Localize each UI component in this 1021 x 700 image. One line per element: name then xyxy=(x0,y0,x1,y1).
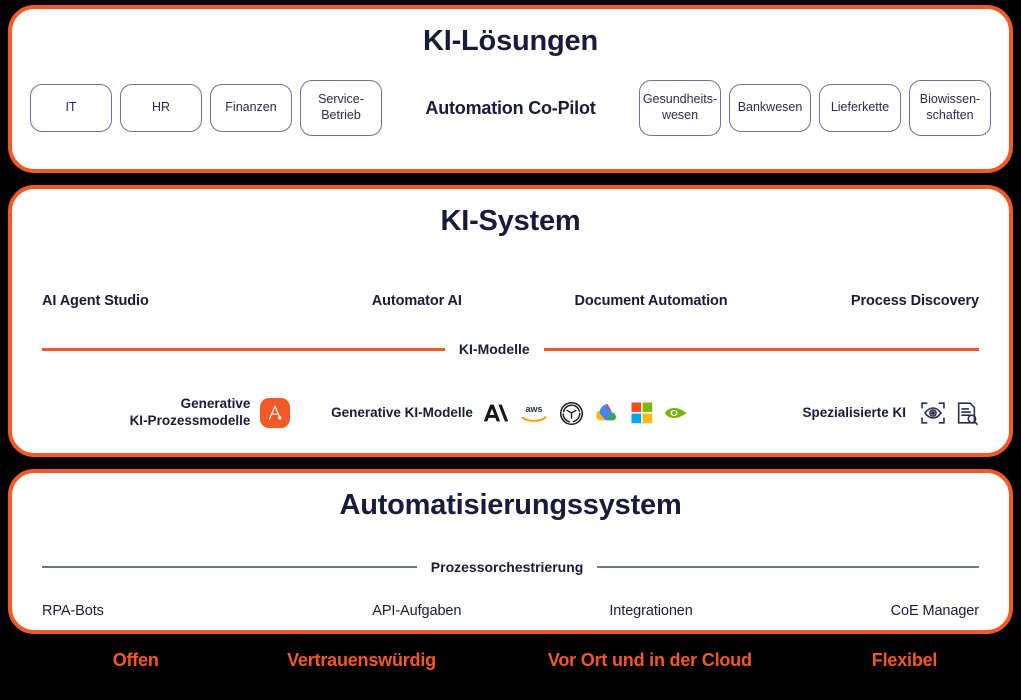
solution-pill-hr[interactable]: HR xyxy=(120,84,202,132)
divider-line-left xyxy=(42,347,445,351)
nvidia-logo-icon xyxy=(664,403,690,423)
solution-pill-biowissenschaften[interactable]: Biowissen- schaften xyxy=(909,80,991,136)
automation-system-panel: Automatisierungssystem Prozessorchestrie… xyxy=(8,469,1013,634)
aws-logo-icon: aws xyxy=(520,402,548,424)
specialized-ai-group: Spezialisierte KI xyxy=(717,400,979,426)
specialized-ai-icons xyxy=(920,400,979,426)
solutions-pill-row: IT HR Finanzen Service- Betrieb Automati… xyxy=(30,73,991,143)
models-row: Generative KI-Prozessmodelle Generative … xyxy=(42,387,979,439)
prozessorchestrierung-caption: Prozessorchestrierung xyxy=(430,559,584,575)
automation-title: Automatisierungssystem xyxy=(339,489,682,521)
specialized-ai-label: Spezialisierte KI xyxy=(802,404,906,420)
capability-automator-ai[interactable]: Automator AI xyxy=(304,293,529,309)
capability-coe-manager[interactable]: CoE Manager xyxy=(773,603,979,619)
solution-pill-it[interactable]: IT xyxy=(30,84,112,132)
automation-co-pilot-label: Automation Co-Pilot xyxy=(425,97,596,118)
computer-vision-eye-icon xyxy=(920,400,946,426)
generative-process-models-label: Generative KI-Prozessmodelle xyxy=(129,396,251,428)
footer-attribute-row: Offen Vertrauenswürdig Vor Ort und in de… xyxy=(0,634,1021,686)
automation-anywhere-logo-icon xyxy=(260,398,291,428)
divider-line-left xyxy=(42,566,417,568)
capability-integrationen[interactable]: Integrationen xyxy=(529,603,773,619)
document-search-icon xyxy=(955,400,979,426)
solutions-title: KI-Lösungen xyxy=(422,25,598,57)
ki-modelle-divider: KI-Modelle xyxy=(42,341,979,357)
svg-text:aws: aws xyxy=(525,404,542,414)
google-cloud-logo-icon xyxy=(595,402,620,424)
capability-process-discovery[interactable]: Process Discovery xyxy=(773,293,979,309)
automation-capability-row: RPA-Bots API-Aufgaben Integrationen CoE … xyxy=(42,603,979,619)
capability-ai-agent-studio[interactable]: AI Agent Studio xyxy=(42,293,304,309)
capability-api-aufgaben[interactable]: API-Aufgaben xyxy=(304,603,529,619)
solution-pill-finanzen[interactable]: Finanzen xyxy=(210,84,292,132)
solution-pill-service-betrieb[interactable]: Service- Betrieb xyxy=(300,80,382,136)
solution-pill-lieferkette[interactable]: Lieferkette xyxy=(819,84,901,132)
capability-document-automation[interactable]: Document Automation xyxy=(529,293,773,309)
generative-process-models-group: Generative KI-Prozessmodelle xyxy=(42,396,304,430)
footer-attribute-flexibel: Flexibel xyxy=(871,649,938,670)
footer-attribute-vor-ort-und-cloud: Vor Ort und in der Cloud xyxy=(547,649,752,670)
system-capability-row: AI Agent Studio Automator AI Document Au… xyxy=(42,293,979,309)
solution-pill-bankwesen[interactable]: Bankwesen xyxy=(729,84,811,132)
divider-line-right xyxy=(597,566,979,568)
ai-system-panel: KI-System AI Agent Studio Automator AI D… xyxy=(8,185,1013,457)
microsoft-logo-icon xyxy=(631,402,653,424)
divider-line-right xyxy=(543,347,979,351)
prozessorchestrierung-divider: Prozessorchestrierung xyxy=(42,559,979,575)
ai-solutions-panel: KI-Lösungen IT HR Finanzen Service- Betr… xyxy=(8,5,1013,173)
footer-attribute-vertrauenswuerdig: Vertrauenswürdig xyxy=(287,649,436,670)
capability-rpa-bots[interactable]: RPA-Bots xyxy=(42,603,304,619)
generative-models-label: Generative KI-Modelle xyxy=(331,404,473,420)
diagram-root: KI-Lösungen IT HR Finanzen Service- Betr… xyxy=(0,0,1021,700)
anthropic-logo-icon xyxy=(483,402,509,424)
system-title: KI-System xyxy=(440,205,581,237)
footer-attribute-offen: Offen xyxy=(112,649,159,670)
openai-logo-icon xyxy=(559,401,584,426)
solution-pill-gesundheitswesen[interactable]: Gesundheits- wesen xyxy=(639,80,721,136)
model-provider-logos: aws xyxy=(483,401,690,426)
generative-models-group: Generative KI-Modelle aws xyxy=(304,401,716,426)
ki-modelle-caption: KI-Modelle xyxy=(458,341,530,357)
